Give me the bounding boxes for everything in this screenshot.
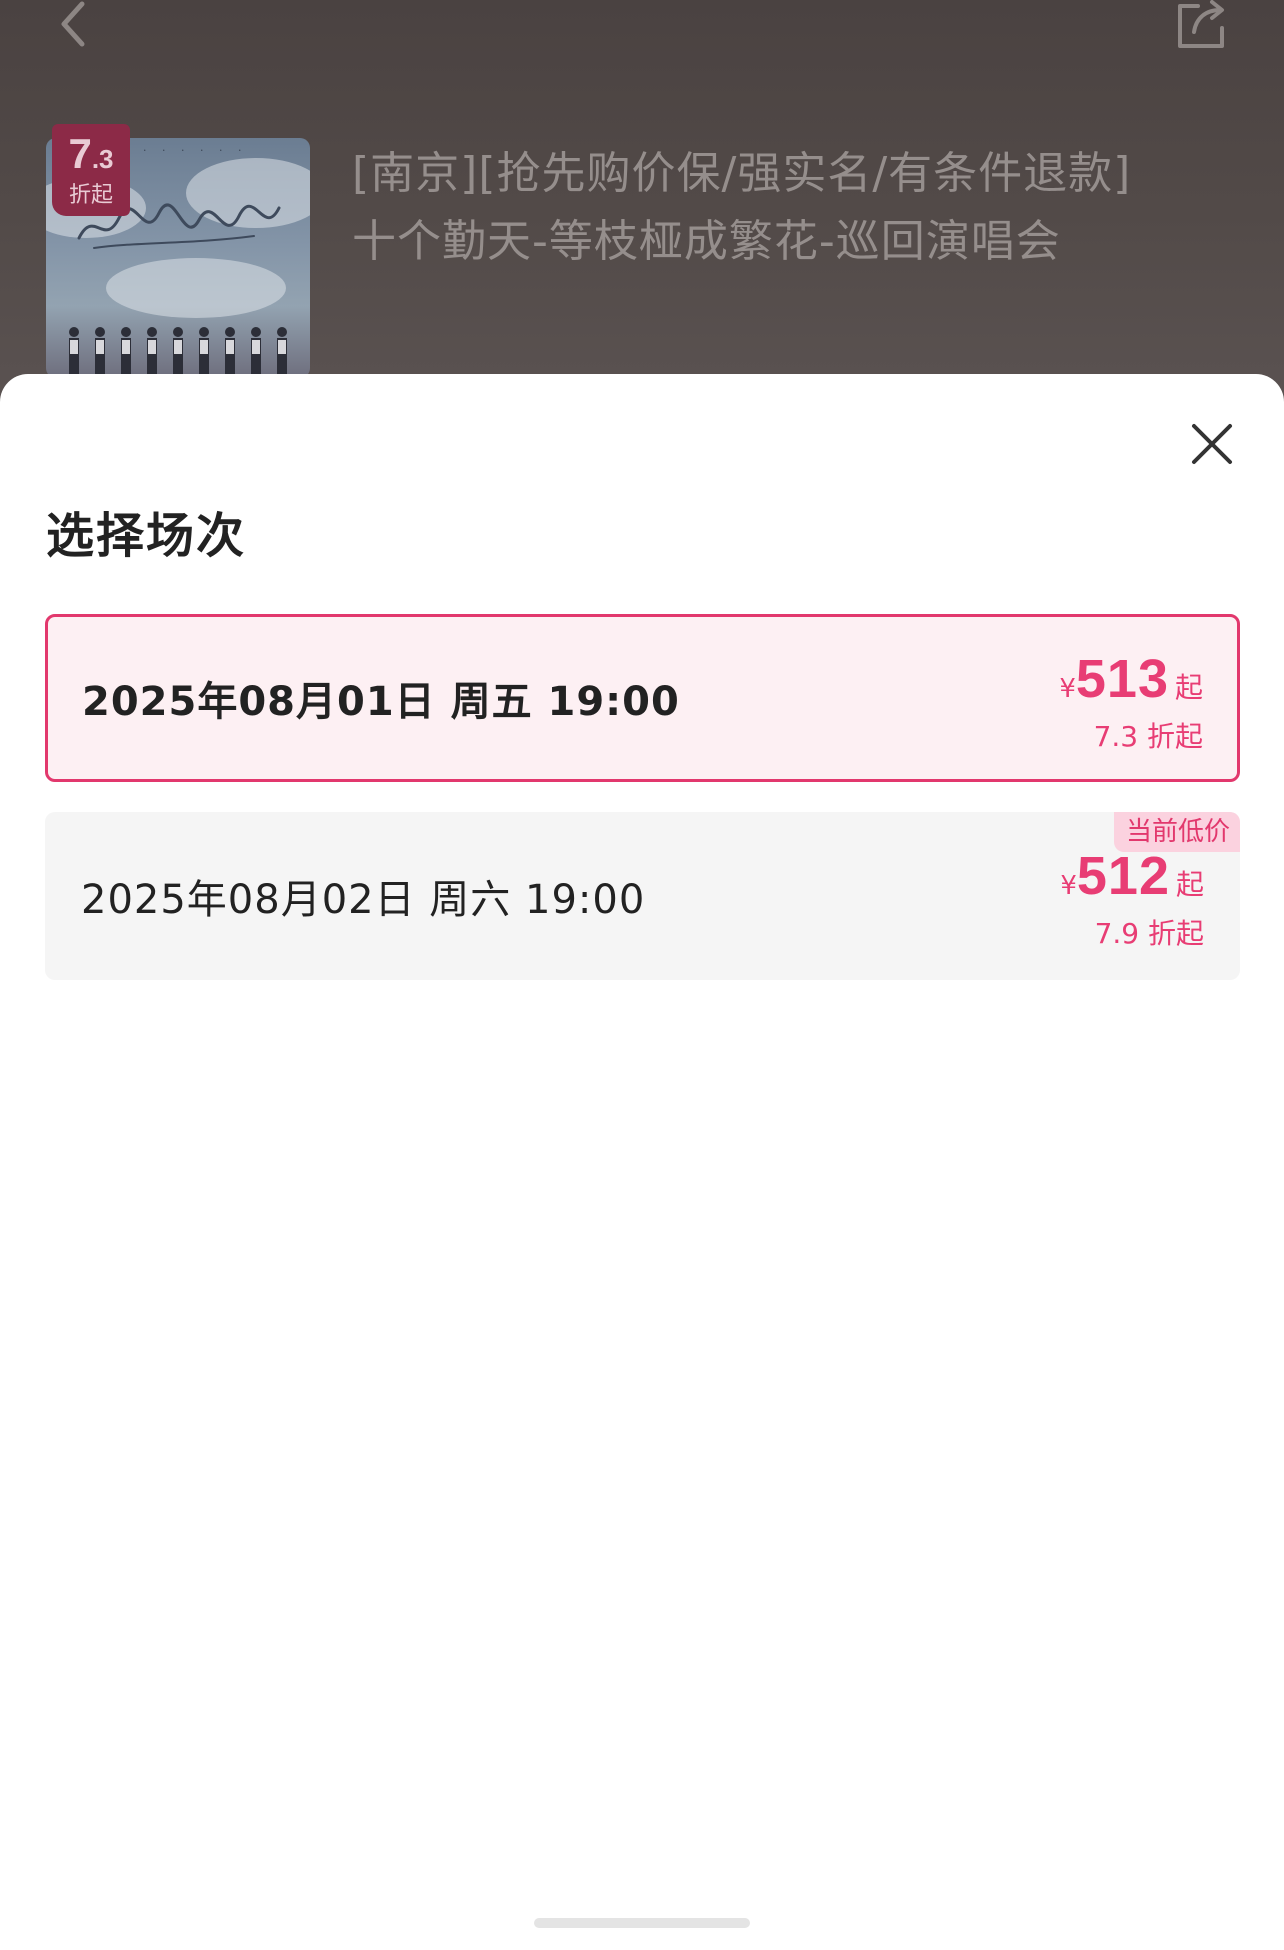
price-currency: ¥ <box>1059 674 1076 704</box>
back-button[interactable] <box>52 0 96 52</box>
price-currency: ¥ <box>1060 871 1077 901</box>
sheet-title: 选择场次 <box>46 508 247 564</box>
price-suffix: 起 <box>1175 868 1204 901</box>
poster-group-photo <box>69 327 287 378</box>
background-event-page: · · · · · · · 7.3 折起 [南京][抢先购价保/强实名/有条件退… <box>0 0 1284 420</box>
session-discount: 7.9 折起 <box>1094 917 1204 950</box>
share-button[interactable] <box>1174 0 1230 52</box>
session-discount: 7.3 折起 <box>1093 720 1203 753</box>
session-option-selected[interactable]: 2025年08月01日 周五 19:00 ¥513 起 7.3 折起 <box>45 614 1240 782</box>
poster-discount-value: 7.3 <box>68 130 114 177</box>
home-indicator[interactable] <box>534 1918 750 1928</box>
poster-discount-unit: 折起 <box>68 183 113 208</box>
event-title: [南京][抢先购价保/强实名/有条件退款] 十个勤天-等枝桠成繁花-巡回演唱会 <box>352 140 1252 276</box>
session-date: 2025年08月01日 周五 19:00 <box>82 679 680 725</box>
poster-caption: · · · · · · · <box>124 144 248 157</box>
price-suffix: 起 <box>1174 671 1203 704</box>
price-value: 512 <box>1076 846 1170 906</box>
session-price-block: ¥512 起 7.9 折起 <box>1060 848 1204 951</box>
event-title-line-2: 十个勤天-等枝桠成繁花-巡回演唱会 <box>352 216 1061 267</box>
share-icon <box>1178 0 1224 48</box>
session-option[interactable]: 当前低价 2025年08月02日 周六 19:00 ¥512 起 7.9 折起 <box>45 812 1240 980</box>
session-date: 2025年08月02日 周六 19:00 <box>81 877 646 923</box>
close-icon <box>1192 424 1232 464</box>
chevron-left-icon <box>61 1 85 47</box>
session-price-block: ¥513 起 7.3 折起 <box>1059 651 1203 754</box>
session-select-sheet: 选择场次 2025年08月01日 周五 19:00 ¥513 起 7.3 折起 当… <box>0 374 1284 1950</box>
event-title-line-1: [南京][抢先购价保/强实名/有条件退款] <box>352 148 1132 199</box>
close-button[interactable] <box>1186 418 1238 470</box>
price-value: 513 <box>1075 649 1169 709</box>
poster-discount-tag: 7.3 折起 <box>52 124 130 216</box>
